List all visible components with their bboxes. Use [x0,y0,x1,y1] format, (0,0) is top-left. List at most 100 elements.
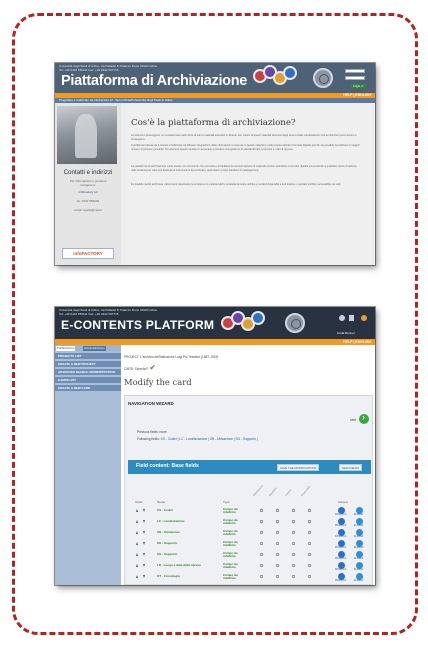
header: Università degli Studi di Udine, via Pal… [55,307,375,339]
option-checkbox[interactable] [260,542,263,545]
move-down-icon[interactable] [143,553,145,556]
field-name[interactable]: LC - Localizzazione [157,519,185,523]
move-up-icon[interactable] [136,575,138,578]
option-checkbox[interactable] [260,553,263,556]
edit-icon[interactable] [338,540,345,547]
option-checkbox[interactable] [292,542,295,545]
logout-icon[interactable] [361,315,367,321]
username-field[interactable] [345,69,365,73]
move-up-icon[interactable] [136,564,138,567]
field-name[interactable]: LR - Luogo e data della ripresa [157,563,201,567]
edit-label[interactable]: MODIFICA [335,525,346,527]
contacts-email[interactable]: email: sypnb@mail.it [57,208,119,212]
option-checkbox[interactable] [276,575,279,578]
option-checkbox[interactable] [260,509,263,512]
field-name[interactable]: SG - Supporto [157,541,177,545]
delete-icon[interactable] [356,573,363,580]
option-checkbox[interactable] [308,509,311,512]
password-field[interactable] [345,76,365,80]
option-checkbox[interactable] [276,553,279,556]
delete-icon[interactable] [356,529,363,536]
option-checkbox[interactable] [276,509,279,512]
move-up-icon[interactable] [136,531,138,534]
edit-icon[interactable] [338,518,345,525]
option-checkbox[interactable] [260,531,263,534]
infofactory-logo[interactable]: infoFACTORY [62,248,114,259]
move-down-icon[interactable] [143,509,145,512]
delete-label[interactable]: ELIMINA [354,525,363,527]
move-down-icon[interactable] [143,531,145,534]
delete-label[interactable]: ELIMINA [354,580,363,582]
sidebar-item-cards-list[interactable]: CARDS LIST [55,377,121,384]
delete-label[interactable]: ELIMINA [354,558,363,560]
move-down-icon[interactable] [143,542,145,545]
move-up-icon[interactable] [136,509,138,512]
edit-label[interactable]: MODIFICA [335,580,346,582]
delete-icon[interactable] [356,562,363,569]
field-name[interactable]: CS - Codici [157,508,173,512]
option-checkbox[interactable] [260,575,263,578]
option-checkbox[interactable] [276,542,279,545]
field-name[interactable]: UB - Ubicazione [157,530,180,534]
sidebar-item-search-admin[interactable]: ADVANCED SEARCH ADMINISTRATION [55,369,121,376]
delete-icon[interactable] [356,518,363,525]
sidebar-item-create-card[interactable]: CREATE A NEW CARD [55,385,121,392]
option-checkbox[interactable] [276,564,279,567]
move-up-icon[interactable] [136,553,138,556]
edit-icon[interactable] [338,573,345,580]
option-checkbox[interactable] [292,531,295,534]
delete-icon[interactable] [356,507,363,514]
edit-icon[interactable] [338,562,345,569]
option-checkbox[interactable] [276,531,279,534]
move-down-icon[interactable] [143,564,145,567]
edit-label[interactable]: MODIFICA [335,558,346,560]
option-checkbox[interactable] [308,564,311,567]
edit-icon[interactable] [338,507,345,514]
delete-label[interactable]: ELIMINA [354,569,363,571]
delete-label[interactable]: ELIMINA [354,536,363,538]
login-button[interactable]: Login ✔ [351,84,366,88]
edit-label[interactable]: MODIFICA [335,547,346,549]
move-up-icon[interactable] [136,520,138,523]
option-checkbox[interactable] [292,509,295,512]
delete-label[interactable]: ELIMINA [354,514,363,516]
delete-label[interactable]: ELIMINA [354,547,363,549]
option-checkbox[interactable] [292,564,295,567]
header-phone: Tel: +39 0432 556111 Fax: +39 0432 50771… [59,312,119,316]
option-checkbox[interactable] [308,553,311,556]
option-checkbox[interactable] [292,553,295,556]
option-checkbox[interactable] [308,575,311,578]
page-title: Piattaforma di Archiviazione [61,73,248,89]
option-checkbox[interactable] [260,520,263,523]
field-type: Campo da ridefinire [223,507,238,515]
option-checkbox[interactable] [308,542,311,545]
edit-label[interactable]: MODIFICA [335,569,346,571]
move-down-icon[interactable] [143,520,145,523]
option-checkbox[interactable] [292,520,295,523]
option-checkbox[interactable] [276,520,279,523]
statue-image [57,106,117,164]
option-checkbox[interactable] [308,520,311,523]
save-modifications-button[interactable]: SAVE THE MODIFICATIONS [277,464,320,471]
sidebar-item-projects-list[interactable]: PROJECTS LIST [55,353,121,360]
sidebar-item-create-project[interactable]: CREATE A NEW PROJECT [55,361,121,368]
edit-icon[interactable] [338,551,345,558]
edit-label[interactable]: MODIFICA [335,536,346,538]
following-field-links[interactable]: CS - Codici | LC - Localizzazione | OB -… [161,437,258,441]
settings-icon[interactable] [349,315,354,321]
edit-label[interactable]: MODIFICA [335,514,346,516]
delete-icon[interactable] [356,540,363,547]
move-up-icon[interactable] [136,542,138,545]
field-name[interactable]: SG - Supporto [157,552,177,556]
next-arrow-icon[interactable] [359,412,369,424]
delete-icon[interactable] [356,551,363,558]
move-down-icon[interactable] [143,575,145,578]
option-checkbox[interactable] [308,531,311,534]
option-checkbox[interactable] [292,575,295,578]
option-checkbox[interactable] [260,564,263,567]
econtents-platform-screenshot: Università degli Studi di Udine, via Pal… [55,307,375,585]
edit-icon[interactable] [338,529,345,536]
user-avatar-icon[interactable] [339,315,345,321]
new-fields-button[interactable]: NEW FIELDS [339,464,363,471]
field-name[interactable]: OT - Cronologia [157,574,180,578]
